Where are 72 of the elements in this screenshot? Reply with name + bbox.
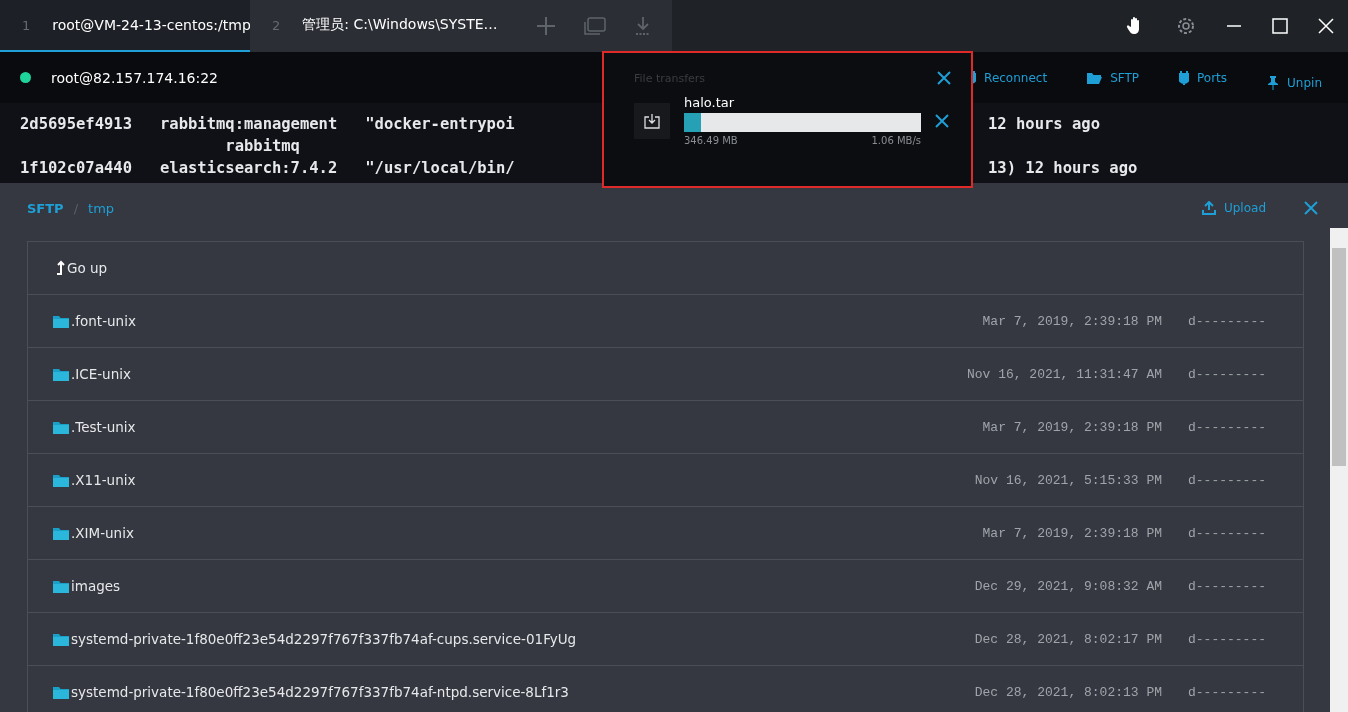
folder-icon xyxy=(1087,71,1103,84)
scrollbar-thumb[interactable] xyxy=(1332,248,1346,466)
folder-icon xyxy=(53,632,69,646)
scrollbar[interactable] xyxy=(1330,228,1348,712)
permissions: d--------- xyxy=(1188,578,1267,594)
transfer-speed: 1.06 MB/s xyxy=(871,135,921,146)
file-row[interactable]: systemd-private-1f80e0ff23e54d2297f767f337fb74af-cups.service-01FyUg Dec 28, 2021, 8:02:17 PM d--------- xyxy=(28,613,1303,666)
folder-icon xyxy=(53,367,69,381)
upload-icon xyxy=(1201,201,1216,215)
toolbar-button[interactable]: SFTP xyxy=(1087,70,1139,85)
file-name: .XIM-unix xyxy=(71,525,135,541)
settings-icon[interactable] xyxy=(1176,16,1196,36)
modified-date: Mar 7, 2019, 2:39:18 PM xyxy=(982,313,1162,329)
folder-icon xyxy=(53,420,69,434)
cancel-icon[interactable] xyxy=(935,113,949,128)
file-row[interactable]: images Dec 29, 2021, 9:08:32 AM d--------- xyxy=(28,560,1303,613)
terminal-text: 13) 12 hours ago xyxy=(988,158,1138,179)
permissions: d--------- xyxy=(1188,684,1267,700)
close-icon[interactable] xyxy=(937,71,951,85)
file-row[interactable]: .font-unix Mar 7, 2019, 2:39:18 PM d--------- xyxy=(28,295,1303,348)
file-row[interactable]: .XIM-unix Mar 7, 2019, 2:39:18 PM d--------- xyxy=(28,507,1303,560)
toolbar-button[interactable]: Ports xyxy=(1179,70,1228,85)
terminal-text: 2d5695ef4913 rabbitmq:management "docker-entrypoi xyxy=(20,114,515,135)
tab-title: root@VM-24-13-centos:/tmp xyxy=(52,17,251,33)
modified-date: Dec 28, 2021, 8:02:17 PM xyxy=(974,631,1162,647)
modified-date: Dec 28, 2021, 8:02:13 PM xyxy=(974,684,1162,700)
breadcrumb-link[interactable]: tmp xyxy=(88,200,115,216)
permissions: d--------- xyxy=(1188,419,1267,435)
file-name: .Test-unix xyxy=(71,419,137,435)
upload-button[interactable]: Upload xyxy=(1201,201,1266,215)
folder-icon xyxy=(53,685,69,699)
pin-icon xyxy=(1267,75,1280,90)
file-row[interactable]: systemd-private-1f80e0ff23e54d2297f767f337fb74af-ntpd.service-8Lf1r3 Dec 28, 2021, 8:02:13 PM d--------- xyxy=(28,666,1303,712)
go-up-row[interactable]: Go up xyxy=(28,242,1303,295)
file-name: .X11-unix xyxy=(71,472,137,488)
folder-icon xyxy=(53,579,69,593)
folder-icon xyxy=(53,473,69,487)
folder-icon xyxy=(53,314,69,328)
modified-date: Mar 7, 2019, 2:39:18 PM xyxy=(982,525,1162,541)
permissions: d--------- xyxy=(1188,631,1267,647)
breadcrumb-link[interactable]: SFTP xyxy=(27,200,64,216)
tab[interactable]: 2 管理员: C:\Windows\SYSTE… xyxy=(250,0,516,52)
maximize-icon[interactable] xyxy=(1272,18,1288,34)
modified-date: Nov 16, 2021, 11:31:47 AM xyxy=(966,366,1162,382)
tab-number: 1 xyxy=(22,17,31,33)
permissions: d--------- xyxy=(1188,313,1267,329)
file-name: systemd-private-1f80e0ff23e54d2297f767f337fb74af-cups.service-01FyUg xyxy=(71,631,578,647)
file-name: .font-unix xyxy=(71,313,137,329)
modified-date: Nov 16, 2021, 5:15:33 PM xyxy=(974,472,1162,488)
tab-title: 管理员: C:\Windows\SYSTE… xyxy=(302,16,498,34)
breadcrumb-separator: / xyxy=(73,200,79,216)
permissions: d--------- xyxy=(1188,525,1267,541)
terminal-text: 1f102c07a440 elasticsearch:7.4.2 "/usr/local/bin/ xyxy=(20,158,515,179)
permissions: d--------- xyxy=(1188,472,1267,488)
transfer-size: 346.49 MB xyxy=(684,135,738,146)
download-icon xyxy=(634,102,670,139)
modified-date: Dec 29, 2021, 9:08:32 AM xyxy=(974,578,1162,594)
terminal-text: rabbitmq xyxy=(224,136,300,157)
modified-date: Mar 7, 2019, 2:39:18 PM xyxy=(982,419,1162,435)
file-name: systemd-private-1f80e0ff23e54d2297f767f337fb74af-ntpd.service-8Lf1r3 xyxy=(71,684,570,700)
file-name: .ICE-unix xyxy=(71,366,132,382)
file-name: images xyxy=(71,578,122,594)
file-row[interactable]: .X11-unix Nov 16, 2021, 5:15:33 PM d--------- xyxy=(28,454,1303,507)
terminal-text: 12 hours ago xyxy=(988,114,1100,135)
host-label: root@82.157.174.16:22 xyxy=(51,69,219,86)
transfer-file-name: halo.tar xyxy=(684,95,736,110)
permissions: d--------- xyxy=(1188,366,1267,382)
folder-icon xyxy=(53,526,69,540)
tab-number: 2 xyxy=(272,17,281,33)
file-row[interactable]: .ICE-unix Nov 16, 2021, 11:31:47 AM d--------- xyxy=(28,348,1303,401)
file-row[interactable]: .Test-unix Mar 7, 2019, 2:39:18 PM d--------- xyxy=(28,401,1303,454)
unpin-button[interactable]: Unpin xyxy=(1267,75,1322,90)
